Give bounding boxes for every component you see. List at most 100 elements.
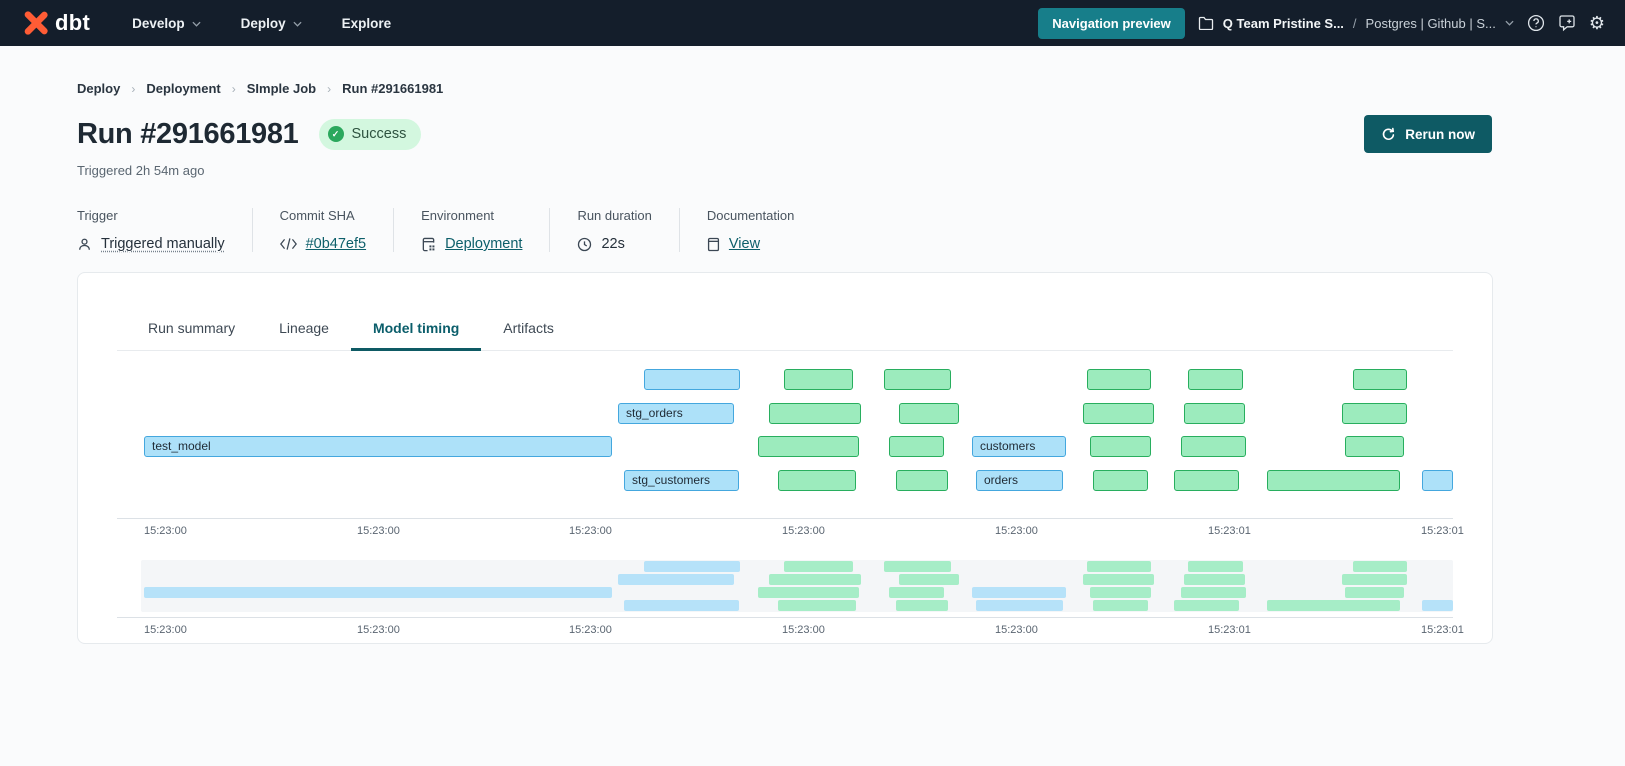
- breadcrumb-item[interactable]: Deployment: [146, 81, 220, 96]
- timing-bar[interactable]: [1184, 403, 1245, 424]
- bar-orders[interactable]: orders: [976, 470, 1063, 491]
- tab-run-summary[interactable]: Run summary: [126, 320, 257, 350]
- overview-bar: [1188, 561, 1243, 572]
- axis-tick-label: 15:23:01: [1421, 624, 1464, 636]
- timing-bar[interactable]: [769, 403, 861, 424]
- nav-menu: Develop Deploy Explore: [132, 16, 391, 31]
- timing-bar[interactable]: [644, 369, 740, 390]
- overview-bar: [1184, 574, 1245, 585]
- breadcrumb-item[interactable]: SImple Job: [247, 81, 316, 96]
- success-check-icon: ✓: [328, 126, 344, 142]
- tab-bar: Run summaryLineageModel timingArtifacts: [117, 273, 1453, 351]
- overview-bar: [1174, 600, 1239, 611]
- timing-bar[interactable]: [884, 369, 951, 390]
- navigation-preview-button[interactable]: Navigation preview: [1038, 8, 1184, 39]
- breadcrumb-item[interactable]: Run #291661981: [342, 81, 443, 96]
- tab-model-timing[interactable]: Model timing: [351, 320, 481, 350]
- bar-stg_orders[interactable]: stg_orders: [618, 403, 734, 424]
- bar-stg_customers[interactable]: stg_customers: [624, 470, 739, 491]
- project-name: Q Team Pristine S...: [1223, 16, 1344, 31]
- top-nav: dbt Develop Deploy Explore Navigation prev…: [0, 0, 1625, 46]
- timing-bar[interactable]: [758, 436, 859, 457]
- settings-icon[interactable]: ⚙: [1589, 14, 1605, 32]
- axis-tick-label: 15:23:01: [1208, 624, 1251, 636]
- timing-bar[interactable]: [1342, 403, 1407, 424]
- environment-name: Postgres | Github | S...: [1366, 16, 1496, 31]
- meta-commit-sha: Commit SHA#0b47ef5: [280, 208, 394, 252]
- overview-bar: [1345, 587, 1404, 598]
- refresh-icon: [1381, 127, 1396, 142]
- person-icon: [77, 237, 92, 252]
- timing-bar[interactable]: [1267, 470, 1400, 491]
- overview-bar: [1093, 600, 1148, 611]
- timing-bar[interactable]: [778, 470, 856, 491]
- nav-item-develop[interactable]: Develop: [132, 16, 201, 31]
- doc-icon: [707, 237, 720, 252]
- timing-bar[interactable]: [1083, 403, 1154, 424]
- overview-bar: [624, 600, 739, 611]
- status-badge: ✓ Success: [319, 119, 422, 150]
- time-axis-overview: 15:23:0015:23:0015:23:0015:23:0015:23:00…: [117, 617, 1453, 637]
- overview-bar: [889, 587, 944, 598]
- run-card: Run summaryLineageModel timingArtifacts …: [77, 272, 1493, 644]
- help-icon[interactable]: [1527, 14, 1545, 32]
- overview-bar: [618, 574, 734, 585]
- meta-value[interactable]: View: [729, 236, 760, 252]
- timing-bar[interactable]: [1090, 436, 1151, 457]
- chevron-down-icon: [293, 21, 302, 27]
- timing-bar[interactable]: [896, 470, 948, 491]
- axis-tick-label: 15:23:01: [1421, 525, 1464, 537]
- meta-label: Documentation: [707, 208, 794, 223]
- rerun-button[interactable]: Rerun now: [1364, 115, 1492, 153]
- nav-item-deploy[interactable]: Deploy: [241, 16, 302, 31]
- timing-bar[interactable]: [1181, 436, 1246, 457]
- dbt-logo-text: dbt: [55, 10, 90, 36]
- timing-bar[interactable]: [1174, 470, 1239, 491]
- feedback-icon[interactable]: [1558, 14, 1576, 32]
- timing-chart: stg_orders test_model customers stg_custome…: [117, 369, 1453, 491]
- timing-bar[interactable]: [899, 403, 959, 424]
- axis-tick-label: 15:23:00: [995, 525, 1038, 537]
- chevron-down-icon: [1505, 20, 1514, 26]
- timing-bar[interactable]: [1188, 369, 1243, 390]
- timing-bar[interactable]: [1087, 369, 1151, 390]
- overview-bar: [1083, 574, 1154, 585]
- meta-trigger: TriggerTriggered manually: [77, 208, 253, 252]
- meta-value[interactable]: Deployment: [445, 236, 522, 252]
- tab-artifacts[interactable]: Artifacts: [481, 320, 576, 350]
- dbt-logo-icon: [22, 9, 50, 37]
- axis-tick-label: 15:23:00: [144, 525, 187, 537]
- bar-customers[interactable]: customers: [972, 436, 1066, 457]
- bar-test_model[interactable]: test_model: [144, 436, 612, 457]
- meta-value[interactable]: #0b47ef5: [306, 236, 366, 252]
- overview-bar: [884, 561, 951, 572]
- database-icon: [421, 237, 436, 252]
- timing-bar[interactable]: [1093, 470, 1148, 491]
- dbt-logo[interactable]: dbt: [22, 9, 90, 37]
- axis-tick-label: 15:23:00: [357, 525, 400, 537]
- breadcrumb: Deploy›Deployment›SImple Job›Run #291661…: [77, 81, 1492, 96]
- timing-bar[interactable]: [889, 436, 944, 457]
- timing-bar[interactable]: [1345, 436, 1404, 457]
- overview-bar: [1353, 561, 1407, 572]
- run-meta: TriggerTriggered manually Commit SHA#0b47…: [77, 208, 1492, 252]
- timing-bar[interactable]: [1353, 369, 1407, 390]
- overview-bar: [144, 587, 612, 598]
- overview-bar: [644, 561, 740, 572]
- tab-lineage[interactable]: Lineage: [257, 320, 351, 350]
- project-selector[interactable]: Q Team Pristine S... / Postgres | Github…: [1198, 16, 1514, 31]
- triggered-time: Triggered 2h 54m ago: [77, 163, 1492, 178]
- axis-tick-label: 15:23:00: [782, 525, 825, 537]
- overview-bar: [784, 561, 853, 572]
- breadcrumb-item[interactable]: Deploy: [77, 81, 120, 96]
- run-page: Deploy›Deployment›SImple Job›Run #291661…: [0, 81, 1625, 644]
- nav-item-explore[interactable]: Explore: [342, 16, 392, 31]
- overview-bar: [899, 574, 959, 585]
- status-badge-label: Success: [352, 126, 407, 142]
- time-axis: 15:23:0015:23:0015:23:0015:23:0015:23:00…: [117, 518, 1453, 538]
- code-icon: [280, 238, 297, 250]
- timing-bar[interactable]: [784, 369, 853, 390]
- overview-bar: [1181, 587, 1246, 598]
- breadcrumb-separator: ›: [232, 82, 236, 96]
- timing-bar[interactable]: [1422, 470, 1453, 491]
